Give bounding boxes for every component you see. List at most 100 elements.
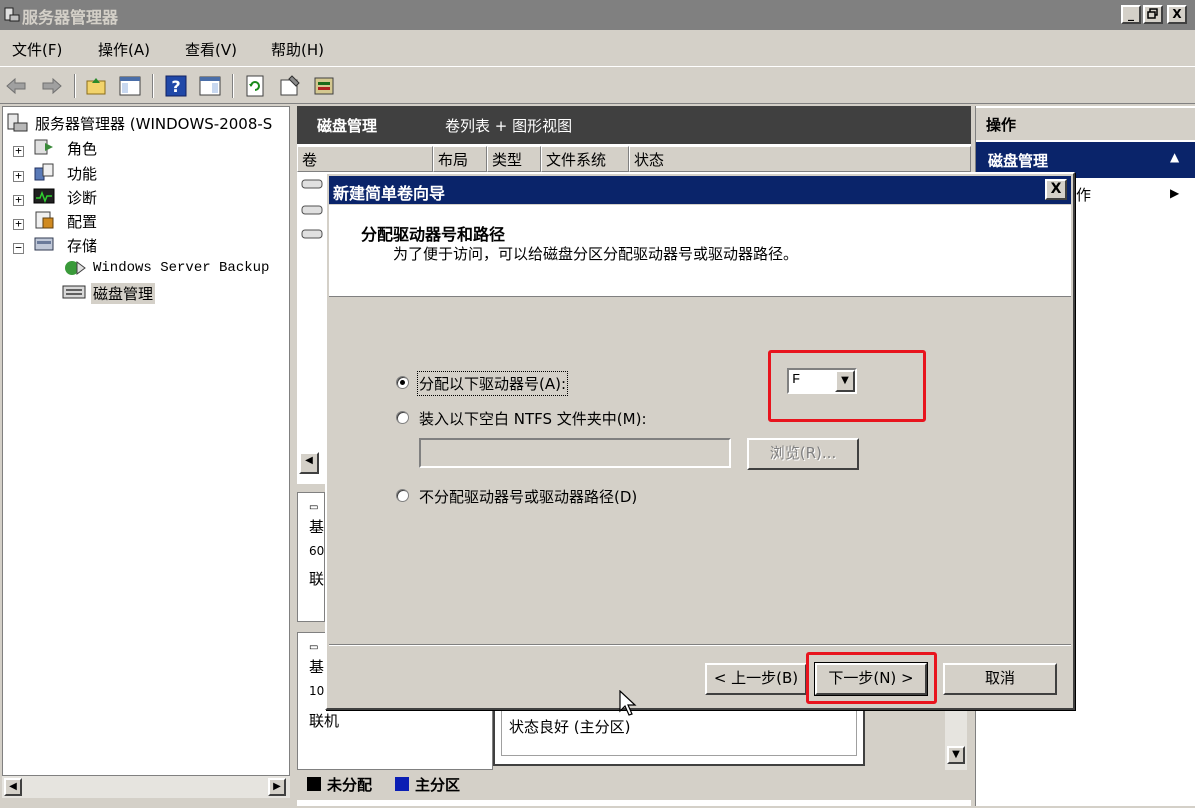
menu-action[interactable]: 操作(A) [98, 39, 150, 60]
column-layout[interactable]: 布局 [433, 146, 487, 172]
more-actions-label[interactable]: 作 [1076, 184, 1091, 205]
column-filesystem[interactable]: 文件系统 [541, 146, 629, 172]
expand-configuration-toggle[interactable]: + [13, 218, 24, 230]
actions-header: 操作 [976, 108, 1195, 140]
no-drive-letter-radio[interactable] [396, 489, 409, 502]
dialog-title: 新建简单卷向导 [333, 184, 446, 203]
pane-view-mode: 卷列表 + 图形视图 [445, 117, 573, 135]
unallocated-swatch [307, 777, 321, 791]
wizard-header: 分配驱动器号和路径 为了便于访问，可以给磁盘分区分配驱动器号或驱动器路径。 [329, 205, 1071, 297]
scroll-right-arrow-icon[interactable]: ▶ [268, 778, 286, 796]
disk-0-status: 联 [309, 570, 325, 588]
tree-item-storage[interactable]: 存储 [67, 235, 97, 256]
backup-icon [65, 261, 86, 275]
legend-bar: 未分配 主分区 [297, 770, 971, 800]
folder-path-input[interactable] [419, 438, 731, 468]
disk-0-size: 60 [309, 544, 325, 558]
up-folder-icon[interactable] [84, 74, 108, 98]
navigation-tree: 服务器管理器 (WINDOWS-2008-S + 角色 + 功能 + 诊断 + … [2, 106, 290, 776]
menu-help[interactable]: 帮助(H) [271, 39, 324, 60]
no-drive-letter-label[interactable]: 不分配驱动器号或驱动器路径(D) [419, 486, 637, 507]
dialog-close-button[interactable]: X [1045, 179, 1067, 200]
close-window-button[interactable]: X [1167, 5, 1187, 24]
disk-settings-icon[interactable] [312, 74, 336, 98]
expand-diagnostics-toggle[interactable]: + [13, 194, 24, 206]
disk-management-icon [62, 285, 86, 299]
help-icon[interactable]: ? [164, 74, 188, 98]
tree-item-disk-management[interactable]: 磁盘管理 [91, 283, 156, 304]
column-type[interactable]: 类型 [487, 146, 541, 172]
new-simple-volume-wizard: 新建简单卷向导 X 分配驱动器号和路径 为了便于访问，可以给磁盘分区分配驱动器号… [325, 172, 1075, 710]
menu-view[interactable]: 查看(V) [185, 39, 237, 60]
refresh-icon[interactable] [244, 74, 268, 98]
back-button[interactable]: < 上一步(B) [705, 663, 807, 695]
partition-status: 状态良好 (主分区) [509, 718, 631, 736]
assign-drive-letter-radio[interactable] [396, 376, 409, 389]
disk-1-size: 10 [309, 684, 325, 698]
scroll-left-arrow-icon[interactable]: ◀ [4, 778, 22, 796]
server-manager-icon [7, 113, 28, 132]
browse-button[interactable]: 浏览(R)... [747, 438, 859, 470]
properties-icon[interactable] [278, 74, 302, 98]
disk-0-type: 基 [309, 518, 325, 536]
legend-unallocated: 未分配 [327, 776, 373, 794]
minimize-button[interactable]: _ [1121, 5, 1141, 24]
mouse-cursor-icon [619, 690, 637, 716]
tree-root-label[interactable]: 服务器管理器 (WINDOWS-2008-S [35, 113, 272, 134]
pane-title: 磁盘管理 [317, 117, 378, 135]
tree-item-windows-server-backup[interactable]: Windows Server Backup [93, 260, 269, 276]
pane-header: 磁盘管理 卷列表 + 图形视图 [297, 106, 971, 144]
disk-1-type: 基 [309, 658, 325, 676]
menu-bar: 文件(F) 操作(A) 查看(V) 帮助(H) [0, 32, 1195, 64]
collapse-storage-toggle[interactable]: − [13, 242, 24, 254]
configuration-icon [35, 211, 54, 229]
toolbar-separator [232, 74, 234, 98]
show-hide-action-pane-icon[interactable] [198, 74, 222, 98]
disk-1-status: 联机 [309, 712, 340, 730]
submenu-arrow-icon[interactable]: ▶ [1170, 186, 1179, 200]
tree-item-roles[interactable]: 角色 [67, 138, 97, 159]
restore-icon [1147, 8, 1158, 19]
maximize-button[interactable] [1143, 5, 1163, 24]
column-volume[interactable]: 卷 [297, 146, 433, 172]
volume-drive-icon [301, 179, 323, 189]
forward-arrow-icon[interactable] [40, 74, 64, 98]
mount-ntfs-folder-label[interactable]: 装入以下空白 NTFS 文件夹中(M): [419, 408, 647, 429]
toolbar: ? [0, 66, 1195, 104]
wizard-step-description: 为了便于访问，可以给磁盘分区分配驱动器号或驱动器路径。 [393, 245, 799, 263]
cancel-button[interactable]: 取消 [943, 663, 1057, 695]
tree-horizontal-scrollbar[interactable]: ◀ ▶ [2, 776, 290, 798]
svg-text:?: ? [171, 77, 180, 96]
volume-drive-icon [301, 205, 323, 215]
features-icon [34, 163, 54, 181]
tree-item-configuration[interactable]: 配置 [67, 211, 97, 232]
highlight-drive-letter [768, 350, 926, 422]
window-title-bar: 服务器管理器 _ X [0, 0, 1195, 30]
highlight-next-button [806, 652, 937, 704]
column-status[interactable]: 状态 [629, 146, 971, 172]
list-scroll-left-arrow-icon[interactable]: ◀ [299, 452, 319, 474]
server-manager-icon [4, 7, 20, 22]
tree-item-features[interactable]: 功能 [67, 163, 97, 184]
diagnostics-icon [33, 188, 55, 204]
dialog-title-bar: 新建简单卷向导 X [329, 176, 1071, 204]
window-title: 服务器管理器 [22, 8, 119, 27]
wizard-footer-separator [329, 644, 1071, 646]
menu-file[interactable]: 文件(F) [12, 39, 62, 60]
roles-icon [34, 139, 53, 155]
toolbar-separator [152, 74, 154, 98]
volume-drive-icon [301, 229, 323, 239]
toolbar-separator [74, 74, 76, 98]
expand-features-toggle[interactable]: + [13, 170, 24, 182]
disk-icon: ▭ [309, 502, 319, 513]
mount-ntfs-folder-radio[interactable] [396, 411, 409, 424]
assign-drive-letter-label[interactable]: 分配以下驱动器号(A): [416, 371, 569, 396]
expand-roles-toggle[interactable]: + [13, 145, 24, 157]
show-hide-tree-icon[interactable] [118, 74, 142, 98]
tree-item-diagnostics[interactable]: 诊断 [67, 187, 97, 208]
wizard-step-title: 分配驱动器号和路径 [361, 225, 506, 244]
collapse-up-icon[interactable]: ▲ [1170, 150, 1179, 164]
scroll-down-arrow-icon[interactable]: ▼ [947, 746, 965, 764]
back-arrow-icon[interactable] [4, 74, 28, 98]
disk-icon: ▭ [309, 642, 319, 653]
